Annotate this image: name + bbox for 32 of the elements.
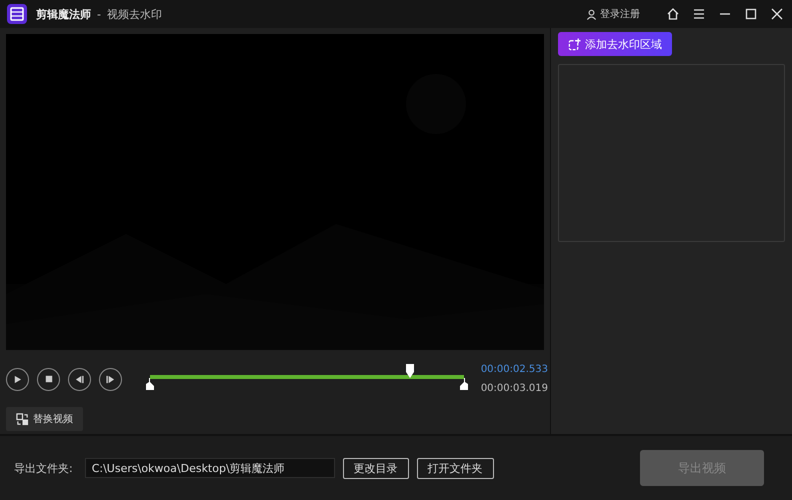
total-time: 00:00:03.019 — [480, 383, 548, 394]
folder-path-field[interactable]: C:\Users\okwoa\Desktop\剪辑魔法师 — [84, 458, 335, 478]
replace-video-button[interactable]: 替换视频 — [6, 407, 83, 431]
stop-icon — [44, 375, 52, 383]
play-icon — [13, 374, 22, 384]
swap-icon — [16, 412, 29, 426]
title-separator: - — [97, 8, 101, 20]
open-folder-button[interactable]: 打开文件夹 — [416, 458, 494, 478]
menu-icon[interactable] — [692, 7, 706, 21]
add-region-icon — [568, 38, 581, 50]
folder-label: 导出文件夹: — [14, 460, 73, 476]
app-logo-icon — [6, 3, 28, 25]
current-time: 00:00:02.533 — [480, 364, 548, 375]
trim-end-handle[interactable] — [460, 378, 468, 390]
change-folder-button[interactable]: 更改目录 — [342, 458, 409, 478]
next-frame-icon — [106, 374, 115, 384]
window-title: 视频去水印 — [106, 6, 162, 22]
user-icon — [586, 8, 597, 20]
close-icon[interactable] — [770, 7, 784, 21]
next-frame-button[interactable] — [99, 368, 122, 390]
login-button[interactable]: 登录注册 — [586, 7, 640, 21]
trim-start-handle[interactable] — [146, 378, 154, 390]
playhead-handle[interactable] — [406, 364, 414, 378]
previous-frame-icon — [75, 374, 84, 384]
stop-button[interactable] — [37, 368, 60, 390]
play-button[interactable] — [6, 368, 29, 390]
add-region-button[interactable]: 添加去水印区域 — [558, 32, 672, 56]
app-name: 剪辑魔法师 — [36, 6, 91, 22]
maximize-icon[interactable] — [744, 7, 758, 21]
home-icon[interactable] — [666, 7, 680, 21]
previous-frame-button[interactable] — [68, 368, 91, 390]
timeline-track[interactable] — [146, 365, 468, 393]
